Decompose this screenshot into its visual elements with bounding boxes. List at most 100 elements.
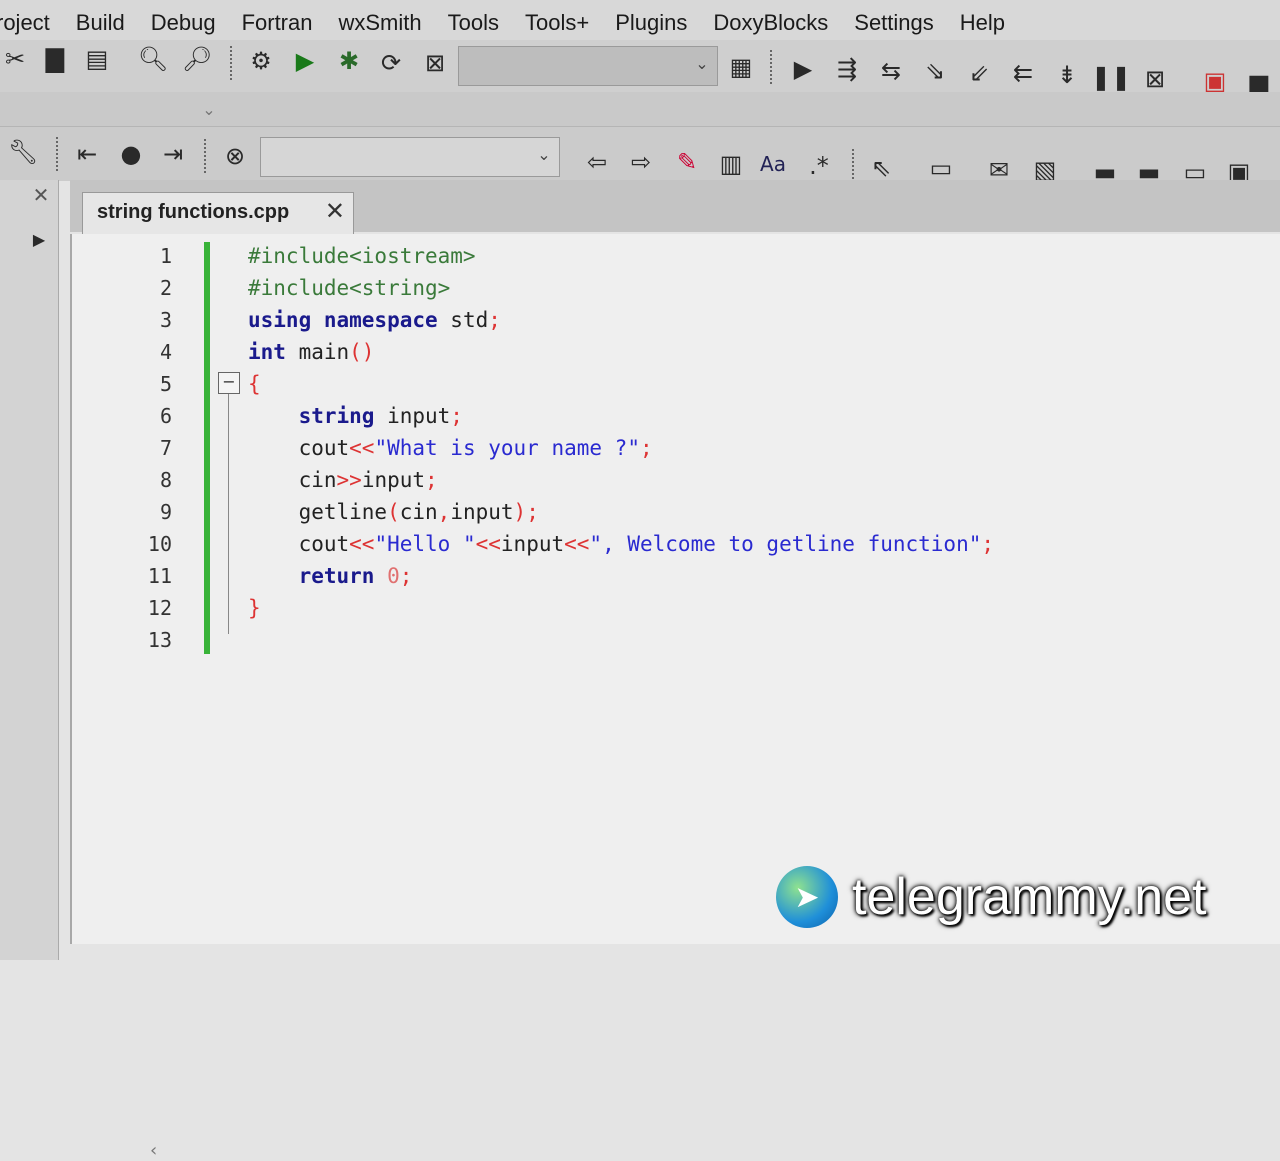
code-token: cin — [399, 500, 438, 524]
menu-project[interactable]: roject — [0, 10, 50, 36]
menu-build[interactable]: Build — [76, 10, 125, 36]
menu-tools-plus[interactable]: Tools+ — [525, 10, 589, 36]
code-token: ", Welcome to getline function" — [589, 532, 982, 556]
menu-help[interactable]: Help — [960, 10, 1005, 36]
menu-debug[interactable]: Debug — [151, 10, 216, 36]
rectangle-icon[interactable]: ▭ — [926, 153, 956, 183]
menu-plugins[interactable]: Plugins — [615, 10, 687, 36]
toolbar-grip[interactable] — [204, 139, 210, 173]
pointer-icon[interactable]: ⇖ — [866, 153, 896, 183]
stop-icon[interactable]: ⊠ — [1140, 64, 1170, 94]
scroll-left-icon[interactable]: ‹ — [150, 1140, 157, 1161]
code-editor[interactable]: 1 2 3 4 5 6 7 8 9 10 11 12 13 − #include<iostream> #i… — [70, 234, 1280, 1161]
code-token: input — [361, 468, 426, 492]
regex-icon[interactable]: .* — [804, 151, 834, 181]
build-target-select[interactable]: ⌄ — [458, 46, 718, 86]
chevron-right-icon[interactable]: ▶ — [24, 224, 54, 254]
paste-icon[interactable]: ▤ — [82, 44, 112, 74]
next-line-icon[interactable]: ⇆ — [876, 56, 906, 86]
code-line[interactable]: using namespace std; — [248, 308, 501, 332]
build-gear-icon[interactable]: ⚙ — [246, 46, 276, 76]
code-token: string — [248, 404, 388, 428]
code-line[interactable]: return 0; — [248, 564, 413, 588]
selected-text-only-icon[interactable]: ▥ — [716, 149, 746, 179]
incremental-search-input[interactable]: ⌄ — [260, 137, 560, 177]
jump-forward-icon[interactable]: ⇥ — [158, 139, 188, 169]
telegram-logo-icon: ➤ — [776, 866, 838, 928]
step-instruction-icon[interactable]: ⇟ — [1052, 60, 1082, 90]
search-previous-icon[interactable]: ⇦ — [582, 147, 612, 177]
next-instruction-icon[interactable]: ⇘ — [920, 56, 950, 86]
code-line[interactable]: { — [248, 372, 261, 396]
run-to-cursor-icon[interactable]: ⇶ — [832, 54, 862, 84]
highlight-icon[interactable]: ✎ — [672, 147, 702, 177]
code-token: "Hello " — [374, 532, 476, 556]
replace-icon[interactable]: 🔎︎ — [182, 44, 212, 74]
code-token: ; — [450, 404, 463, 428]
code-token: using namespace — [248, 308, 451, 332]
menu-fortran[interactable]: Fortran — [242, 10, 313, 36]
code-line[interactable]: #include<iostream> — [248, 244, 476, 268]
code-line[interactable]: #include<string> — [248, 276, 450, 300]
code-line[interactable]: cin>>input; — [248, 468, 438, 492]
menu-wxsmith[interactable]: wxSmith — [338, 10, 421, 36]
menu-tools[interactable]: Tools — [448, 10, 499, 36]
code-token: 0 — [387, 564, 400, 588]
toolbar-grip[interactable] — [56, 137, 62, 171]
code-token: { — [248, 372, 261, 396]
code-token: #include<string> — [248, 276, 451, 300]
tab-title: string functions.cpp — [97, 201, 290, 223]
editor-tab[interactable]: string functions.cpp ✕ — [82, 192, 354, 234]
code-token: ; — [425, 468, 438, 492]
line-number: 11 — [147, 564, 172, 588]
jump-back-icon[interactable]: ⇤ — [72, 139, 102, 169]
show-select-target-icon[interactable]: ▦ — [726, 52, 756, 82]
code-token: ; — [981, 532, 995, 556]
line-number: 8 — [159, 468, 172, 492]
match-case-icon[interactable]: Aa — [758, 149, 788, 179]
code-line[interactable]: getline(cin,input); — [248, 500, 539, 524]
management-panel: ✕ ▶ — [0, 180, 59, 960]
fold-toggle[interactable]: − — [218, 372, 240, 394]
copy-icon[interactable]: ▇ — [40, 44, 70, 74]
code-token: () — [349, 340, 375, 364]
code-token: cout — [248, 532, 350, 556]
change-bar — [204, 242, 210, 654]
toolbar-grip[interactable] — [230, 46, 236, 80]
abort-icon[interactable]: ⊠ — [420, 48, 450, 78]
wrench-icon[interactable]: 🔧︎ — [8, 137, 38, 167]
code-line[interactable]: cout<<"Hello "<<input<<", Welcome to get… — [248, 532, 994, 556]
code-line[interactable]: cout<<"What is your name ?"; — [248, 436, 653, 460]
code-line[interactable]: } — [248, 596, 261, 620]
code-token: << — [349, 532, 375, 556]
clear-search-icon[interactable]: ⊗ — [220, 141, 250, 171]
code-token: << — [564, 532, 590, 556]
code-line[interactable]: string input; — [248, 404, 463, 428]
code-token: main — [298, 340, 350, 364]
step-out-icon[interactable]: ⇇ — [1008, 58, 1038, 88]
chevron-down-icon[interactable]: ⌄ — [194, 94, 224, 124]
build-run-icon[interactable]: ✱ — [334, 46, 364, 76]
menu-settings[interactable]: Settings — [854, 10, 934, 36]
run-icon[interactable]: ▶ — [290, 46, 320, 76]
codecompletion-toolbar: ⌄ — [0, 92, 1280, 126]
cut-icon[interactable]: ✂ — [0, 44, 30, 74]
debug-continue-icon[interactable]: ▶ — [788, 54, 818, 84]
code-token: ; — [399, 564, 413, 588]
code-line[interactable]: int main() — [248, 340, 374, 364]
code-token: ( — [387, 500, 400, 524]
bookmark-icon[interactable]: ● — [116, 139, 146, 169]
code-token: cout — [248, 436, 350, 460]
pause-icon[interactable]: ❚❚ — [1091, 62, 1131, 92]
step-into-icon[interactable]: ⇙ — [964, 58, 994, 88]
find-icon[interactable]: 🔍︎ — [138, 44, 168, 74]
toolbar-grip[interactable] — [852, 149, 858, 183]
close-icon[interactable]: ✕ — [325, 197, 345, 225]
close-icon[interactable]: ✕ — [26, 180, 56, 210]
toolbar-grip[interactable] — [770, 50, 776, 84]
rebuild-icon[interactable]: ⟳ — [376, 48, 406, 78]
search-next-icon[interactable]: ⇨ — [626, 147, 656, 177]
line-number: 4 — [159, 340, 172, 364]
chevron-down-icon: ⌄ — [537, 145, 551, 164]
menu-doxyblocks[interactable]: DoxyBlocks — [713, 10, 828, 36]
